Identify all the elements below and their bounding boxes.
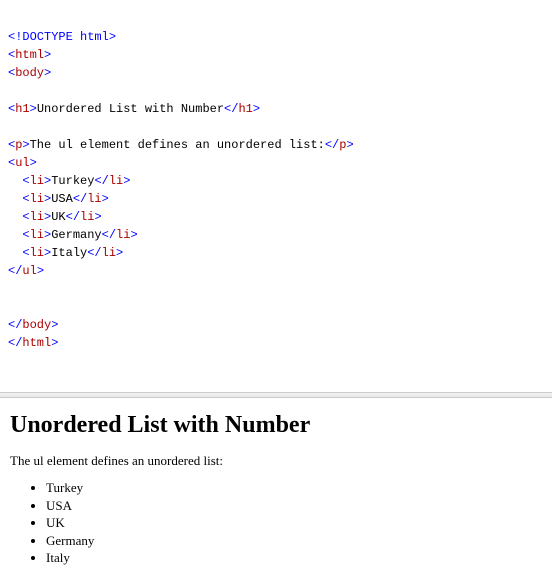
code-line: <li>UK</li> xyxy=(8,210,102,224)
tag-name: ul xyxy=(15,156,29,170)
li-text: Turkey xyxy=(51,174,94,188)
tag-name: li xyxy=(30,192,44,206)
tag-name: li xyxy=(30,210,44,224)
tag-name: li xyxy=(30,246,44,260)
list-item: UK xyxy=(46,514,542,532)
code-line: <li>Turkey</li> xyxy=(8,174,130,188)
code-line: </ul> xyxy=(8,264,44,278)
tag-name: h1 xyxy=(15,102,29,116)
code-editor: <!DOCTYPE html> <html> <body> <h1>Unorde… xyxy=(0,0,552,362)
code-line: </html> xyxy=(8,336,58,350)
rendered-heading: Unordered List with Number xyxy=(10,412,542,439)
code-line: <body> xyxy=(8,66,51,80)
tag-name: h1 xyxy=(238,102,252,116)
code-line: <ul> xyxy=(8,156,37,170)
code-line: <li>USA</li> xyxy=(8,192,109,206)
list-item: Germany xyxy=(46,532,542,550)
code-line: </body> xyxy=(8,318,58,332)
tag-name: li xyxy=(87,192,101,206)
rendered-paragraph: The ul element defines an unordered list… xyxy=(10,453,542,469)
tag-name: body xyxy=(15,66,44,80)
rendered-list: Turkey USA UK Germany Italy xyxy=(10,479,542,567)
tag-name: body xyxy=(22,318,51,332)
tag-name: ul xyxy=(22,264,36,278)
p-inner-text: The ul element defines an unordered list… xyxy=(30,138,325,152)
tag-name: html xyxy=(22,336,51,350)
list-item: USA xyxy=(46,497,542,515)
tag-name: li xyxy=(116,228,130,242)
list-item: Turkey xyxy=(46,479,542,497)
code-line: <li>Germany</li> xyxy=(8,228,138,242)
tag-name: li xyxy=(30,174,44,188)
code-line: <li>Italy</li> xyxy=(8,246,123,260)
tag-name: li xyxy=(30,228,44,242)
code-line: <h1>Unordered List with Number</h1> xyxy=(8,102,260,116)
doctype-text: !DOCTYPE html xyxy=(15,30,109,44)
tag-name: html xyxy=(15,48,44,62)
code-line: <!DOCTYPE html> xyxy=(8,30,116,44)
tag-name: li xyxy=(102,246,116,260)
tag-name: li xyxy=(80,210,94,224)
tag-name: li xyxy=(109,174,123,188)
preview-panel: Unordered List with Number The ul elemen… xyxy=(0,398,552,577)
li-text: Italy xyxy=(51,246,87,260)
code-line: <p>The ul element defines an unordered l… xyxy=(8,138,354,152)
list-item: Italy xyxy=(46,549,542,567)
h1-inner-text: Unordered List with Number xyxy=(37,102,224,116)
li-text: USA xyxy=(51,192,73,206)
li-text: Germany xyxy=(51,228,101,242)
li-text: UK xyxy=(51,210,65,224)
code-line: <html> xyxy=(8,48,51,62)
